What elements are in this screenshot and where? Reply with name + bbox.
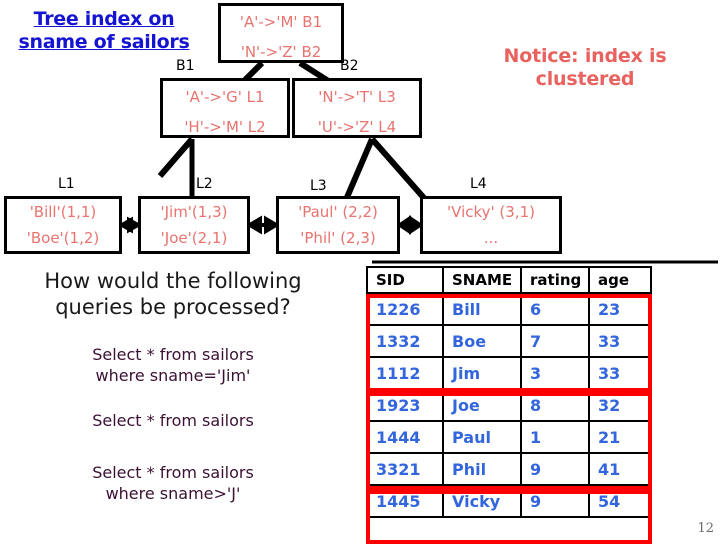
tree-node-b1: 'A'->'G' L1 'H'->'M' L2	[160, 78, 290, 138]
cell-sid: 1444	[366, 420, 444, 454]
cell-sid: 1923	[366, 388, 444, 422]
l2-entry-1: 'Jim'(1,3)	[160, 203, 228, 221]
l1-entry-1: 'Bill'(1,1)	[29, 203, 97, 221]
tree-node-label-l1: L1	[58, 176, 75, 192]
cell-rating: 9	[520, 484, 590, 518]
query-item-3: Select * from sailors where sname>'J'	[8, 462, 338, 504]
l4-entry-2: ...	[483, 229, 499, 247]
cell-sid: 3321	[366, 452, 444, 486]
cell-age: 32	[588, 388, 652, 422]
table-header-row: SID SNAME rating age	[366, 266, 652, 294]
l2-entry-2: 'Joe'(2,1)	[160, 229, 228, 247]
cell-age: 33	[588, 324, 652, 358]
query-2-line-1: Select * from sailors	[92, 411, 254, 430]
slide-canvas: Tree index on sname of sailors Notice: i…	[0, 0, 720, 544]
tree-node-label-b1: B1	[176, 58, 195, 74]
tree-node-label-l2: L2	[196, 176, 213, 192]
cell-sname: Bill	[442, 292, 522, 326]
cell-age: 41	[588, 452, 652, 486]
l4-entry-1: 'Vicky' (3,1)	[447, 203, 535, 221]
page-number: 12	[697, 521, 714, 536]
cell-rating: 6	[520, 292, 590, 326]
tree-node-label-l4: L4	[470, 176, 487, 192]
cell-rating: 7	[520, 324, 590, 358]
query-1-line-1: Select * from sailors	[92, 345, 254, 364]
query-item-2: Select * from sailors	[8, 410, 338, 431]
cell-sname: Phil	[442, 452, 522, 486]
cell-rating: 9	[520, 452, 590, 486]
table-row: 1923 Joe 8 32	[366, 388, 652, 422]
query-item-1: Select * from sailors where sname='Jim'	[8, 344, 338, 386]
cell-age: 21	[588, 420, 652, 454]
tree-node-label-l3: L3	[310, 178, 327, 194]
cell-sid: 1332	[366, 324, 444, 358]
table-row: 1226 Bill 6 23	[366, 292, 652, 326]
tree-node-b2: 'N'->'T' L3 'U'->'Z' L4	[292, 78, 422, 138]
table-row: 3321 Phil 9 41	[366, 452, 652, 486]
cell-rating: 8	[520, 388, 590, 422]
query-3-line-1: Select * from sailors	[92, 463, 254, 482]
root-entry-2: 'N'->'Z' B2	[240, 43, 322, 61]
root-entry-1: 'A'->'M' B1	[239, 13, 323, 31]
table-row: 1112 Jim 3 33	[366, 356, 652, 390]
query-3-line-2: where sname>'J'	[105, 484, 241, 503]
tree-node-label-b2: B2	[340, 58, 359, 74]
column-header-rating: rating	[520, 266, 590, 294]
table-row: 1444 Paul 1 21	[366, 420, 652, 454]
tree-leaf-l1: 'Bill'(1,1) 'Boe'(1,2)	[4, 196, 122, 254]
question-heading: How would the following queries be proce…	[44, 269, 302, 319]
tree-leaf-l3: 'Paul' (2,2) 'Phil' (2,3)	[276, 196, 400, 254]
cell-sname: Jim	[442, 356, 522, 390]
l3-entry-2: 'Phil' (2,3)	[300, 229, 376, 247]
cell-sname: Boe	[442, 324, 522, 358]
cell-sname: Vicky	[442, 484, 522, 518]
cell-sname: Joe	[442, 388, 522, 422]
b1-entry-2: 'H'->'M' L2	[184, 118, 266, 136]
cell-sid: 1226	[366, 292, 444, 326]
sailors-table: SID SNAME rating age 1226 Bill 6 23 1332…	[366, 266, 652, 518]
tree-node-root: 'A'->'M' B1 'N'->'Z' B2	[218, 3, 344, 63]
query-1-line-2: where sname='Jim'	[95, 366, 251, 385]
cell-age: 23	[588, 292, 652, 326]
cell-age: 54	[588, 484, 652, 518]
cell-sid: 1112	[366, 356, 444, 390]
tree-leaf-l2: 'Jim'(1,3) 'Joe'(2,1)	[138, 196, 250, 254]
cell-age: 33	[588, 356, 652, 390]
b2-entry-2: 'U'->'Z' L4	[317, 118, 397, 136]
l1-entry-2: 'Boe'(1,2)	[26, 229, 100, 247]
column-header-age: age	[588, 266, 652, 294]
cell-sname: Paul	[442, 420, 522, 454]
cell-rating: 3	[520, 356, 590, 390]
table-row: 1445 Vicky 9 54	[366, 484, 652, 518]
b1-entry-1: 'A'->'G' L1	[185, 88, 265, 106]
column-header-sid: SID	[366, 266, 444, 294]
table-row: 1332 Boe 7 33	[366, 324, 652, 358]
b2-entry-1: 'N'->'T' L3	[318, 88, 396, 106]
cell-rating: 1	[520, 420, 590, 454]
tree-leaf-l4: 'Vicky' (3,1) ...	[420, 196, 562, 254]
cell-sid: 1445	[366, 484, 444, 518]
column-header-sname: SNAME	[442, 266, 522, 294]
l3-entry-1: 'Paul' (2,2)	[298, 203, 378, 221]
